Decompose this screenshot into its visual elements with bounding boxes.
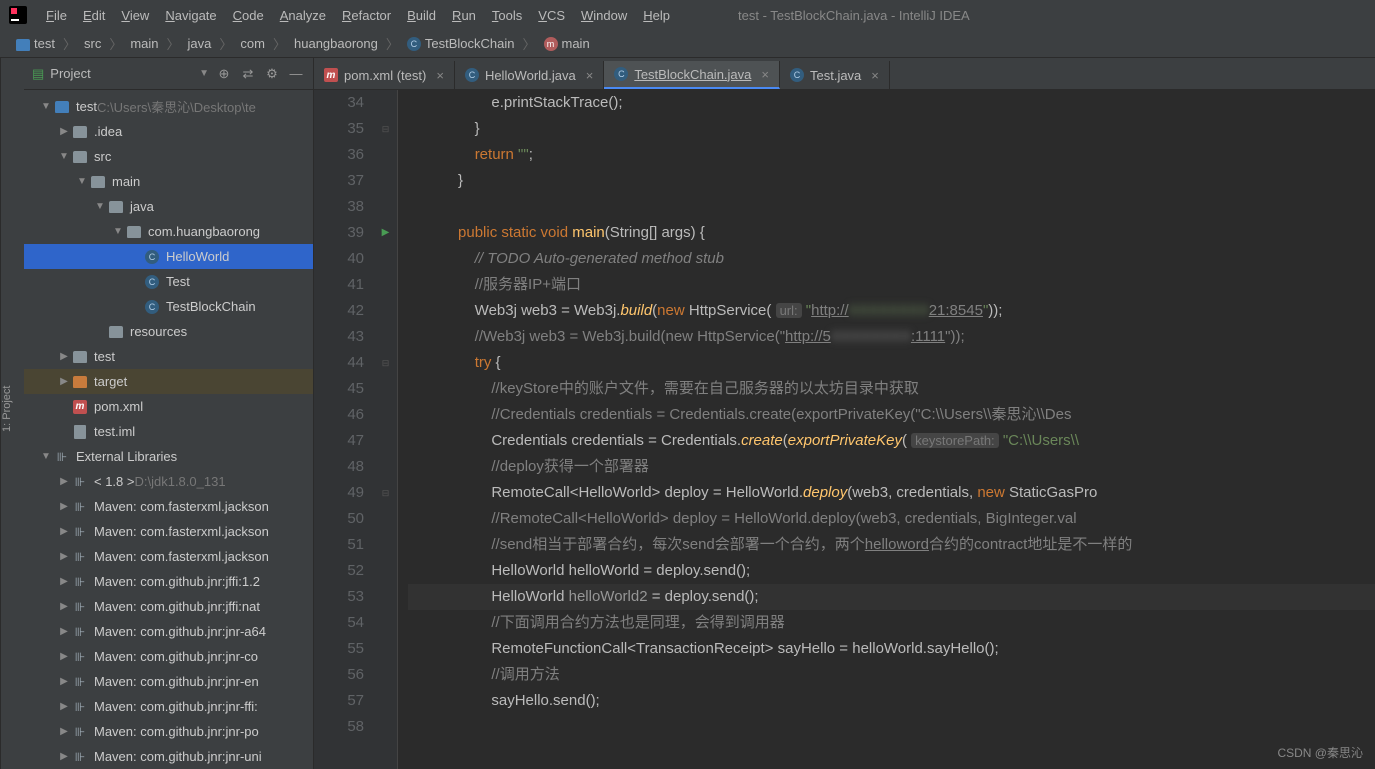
project-view-icon[interactable]: ▤ <box>32 66 44 82</box>
breadcrumb: test〉src〉main〉java〉com〉huangbaorong〉CTes… <box>0 30 1375 58</box>
tree-item-HelloWorld[interactable]: CHelloWorld <box>24 244 313 269</box>
tree-item-com-huangbaorong[interactable]: ▼com.huangbaorong <box>24 219 313 244</box>
breadcrumb-huangbaorong[interactable]: huangbaorong <box>290 36 382 51</box>
breadcrumb-java[interactable]: java <box>184 36 216 51</box>
project-tree[interactable]: ▼test C:\Users\秦思沁\Desktop\te▶.idea▼src▼… <box>24 90 313 769</box>
tree-item-Maven--com-fasterxml-jackson[interactable]: ▶⊪Maven: com.fasterxml.jackson <box>24 544 313 569</box>
menu-navigate[interactable]: Navigate <box>157 8 224 23</box>
tree-item-Maven--com-github-jnr-jnr-a64[interactable]: ▶⊪Maven: com.github.jnr:jnr-a64 <box>24 619 313 644</box>
project-panel: ▤ Project ▼ ⊕ ⇄ ⚙ — ▼test C:\Users\秦思沁\D… <box>24 58 314 769</box>
menu-edit[interactable]: Edit <box>75 8 113 23</box>
tree-item-target[interactable]: ▶target <box>24 369 313 394</box>
gear-icon[interactable]: ⚙ <box>263 65 281 83</box>
chevron-down-icon[interactable]: ▼ <box>199 68 209 79</box>
breadcrumb-separator: 〉 <box>522 34 535 53</box>
locate-icon[interactable]: ⊕ <box>215 65 233 83</box>
close-icon[interactable]: × <box>871 68 879 83</box>
code-text[interactable]: e.printStackTrace(); } return ""; } publ… <box>398 90 1375 769</box>
menu-help[interactable]: Help <box>635 8 678 23</box>
tree-item-Maven--com-github-jnr-jnr-po[interactable]: ▶⊪Maven: com.github.jnr:jnr-po <box>24 719 313 744</box>
menu-code[interactable]: Code <box>225 8 272 23</box>
tree-item-Maven--com-github-jnr-jffi-nat[interactable]: ▶⊪Maven: com.github.jnr:jffi:nat <box>24 594 313 619</box>
menubar: FileEditViewNavigateCodeAnalyzeRefactorB… <box>0 0 1375 30</box>
fold-gutter[interactable]: ⊟▶⊟⊟ <box>374 90 398 769</box>
hide-icon[interactable]: — <box>287 65 305 83</box>
tab-pom-xml--test-[interactable]: mpom.xml (test)× <box>314 61 455 89</box>
menu-vcs[interactable]: VCS <box>530 8 573 23</box>
watermark: CSDN @秦思沁 <box>1277 744 1363 761</box>
breadcrumb-separator: 〉 <box>109 34 122 53</box>
tree-item-Maven--com-github-jnr-jnr-co[interactable]: ▶⊪Maven: com.github.jnr:jnr-co <box>24 644 313 669</box>
tree-item-test[interactable]: ▶test <box>24 344 313 369</box>
tree-item-Maven--com-github-jnr-jnr-ffi-[interactable]: ▶⊪Maven: com.github.jnr:jnr-ffi: <box>24 694 313 719</box>
menu-items: FileEditViewNavigateCodeAnalyzeRefactorB… <box>38 8 678 23</box>
window-title: test - TestBlockChain.java - IntelliJ ID… <box>738 8 970 23</box>
menu-file[interactable]: File <box>38 8 75 23</box>
breadcrumb-main[interactable]: main <box>126 36 162 51</box>
breadcrumb-separator: 〉 <box>386 34 399 53</box>
close-icon[interactable]: × <box>436 68 444 83</box>
tree-item-Maven--com-github-jnr-jnr-en[interactable]: ▶⊪Maven: com.github.jnr:jnr-en <box>24 669 313 694</box>
editor-tabs: mpom.xml (test)×CHelloWorld.java×CTestBl… <box>314 58 1375 90</box>
menu-view[interactable]: View <box>113 8 157 23</box>
breadcrumb-test[interactable]: test <box>12 36 59 51</box>
editor-area: mpom.xml (test)×CHelloWorld.java×CTestBl… <box>314 58 1375 769</box>
tree-item-TestBlockChain[interactable]: CTestBlockChain <box>24 294 313 319</box>
breadcrumb-separator: 〉 <box>167 34 180 53</box>
code-area[interactable]: 3435363738394041424344454647484950515253… <box>314 90 1375 769</box>
tree-item-src[interactable]: ▼src <box>24 144 313 169</box>
run-gutter-icon[interactable]: ▶ <box>382 220 390 246</box>
left-tool-rail[interactable]: 1: Project <box>0 58 24 769</box>
tab-TestBlockChain-java[interactable]: CTestBlockChain.java× <box>604 61 780 89</box>
breadcrumb-TestBlockChain[interactable]: CTestBlockChain <box>403 36 519 52</box>
breadcrumb-separator: 〉 <box>63 34 76 53</box>
tree-item-Maven--com-github-jnr-jffi-1-2[interactable]: ▶⊪Maven: com.github.jnr:jffi:1.2 <box>24 569 313 594</box>
close-icon[interactable]: × <box>761 67 769 82</box>
breadcrumb-main[interactable]: mmain <box>540 36 594 52</box>
line-number-gutter: 3435363738394041424344454647484950515253… <box>314 90 374 769</box>
tree-item-main[interactable]: ▼main <box>24 169 313 194</box>
tree-item-Test[interactable]: CTest <box>24 269 313 294</box>
tree-item-Maven--com-fasterxml-jackson[interactable]: ▶⊪Maven: com.fasterxml.jackson <box>24 519 313 544</box>
tree-item-resources[interactable]: resources <box>24 319 313 344</box>
tree-item-pom-xml[interactable]: mpom.xml <box>24 394 313 419</box>
tree-item---1-8--[interactable]: ▶⊪< 1.8 > D:\jdk1.8.0_131 <box>24 469 313 494</box>
tree-item-test[interactable]: ▼test C:\Users\秦思沁\Desktop\te <box>24 94 313 119</box>
menu-analyze[interactable]: Analyze <box>272 8 334 23</box>
close-icon[interactable]: × <box>586 68 594 83</box>
tree-item-Maven--com-github-jnr-jnr-uni[interactable]: ▶⊪Maven: com.github.jnr:jnr-uni <box>24 744 313 769</box>
breadcrumb-separator: 〉 <box>273 34 286 53</box>
app-logo-icon <box>8 5 28 25</box>
menu-window[interactable]: Window <box>573 8 635 23</box>
expand-icon[interactable]: ⇄ <box>239 65 257 83</box>
breadcrumb-com[interactable]: com <box>236 36 269 51</box>
project-title[interactable]: Project <box>50 66 193 81</box>
breadcrumb-src[interactable]: src <box>80 36 105 51</box>
menu-refactor[interactable]: Refactor <box>334 8 399 23</box>
breadcrumb-separator: 〉 <box>219 34 232 53</box>
tree-item--idea[interactable]: ▶.idea <box>24 119 313 144</box>
tab-HelloWorld-java[interactable]: CHelloWorld.java× <box>455 61 604 89</box>
project-header: ▤ Project ▼ ⊕ ⇄ ⚙ — <box>24 58 313 90</box>
menu-run[interactable]: Run <box>444 8 484 23</box>
menu-build[interactable]: Build <box>399 8 444 23</box>
tree-item-test-iml[interactable]: test.iml <box>24 419 313 444</box>
tree-item-Maven--com-fasterxml-jackson[interactable]: ▶⊪Maven: com.fasterxml.jackson <box>24 494 313 519</box>
menu-tools[interactable]: Tools <box>484 8 530 23</box>
tree-item-java[interactable]: ▼java <box>24 194 313 219</box>
tree-item-External-Libraries[interactable]: ▼⊪External Libraries <box>24 444 313 469</box>
tab-Test-java[interactable]: CTest.java× <box>780 61 890 89</box>
